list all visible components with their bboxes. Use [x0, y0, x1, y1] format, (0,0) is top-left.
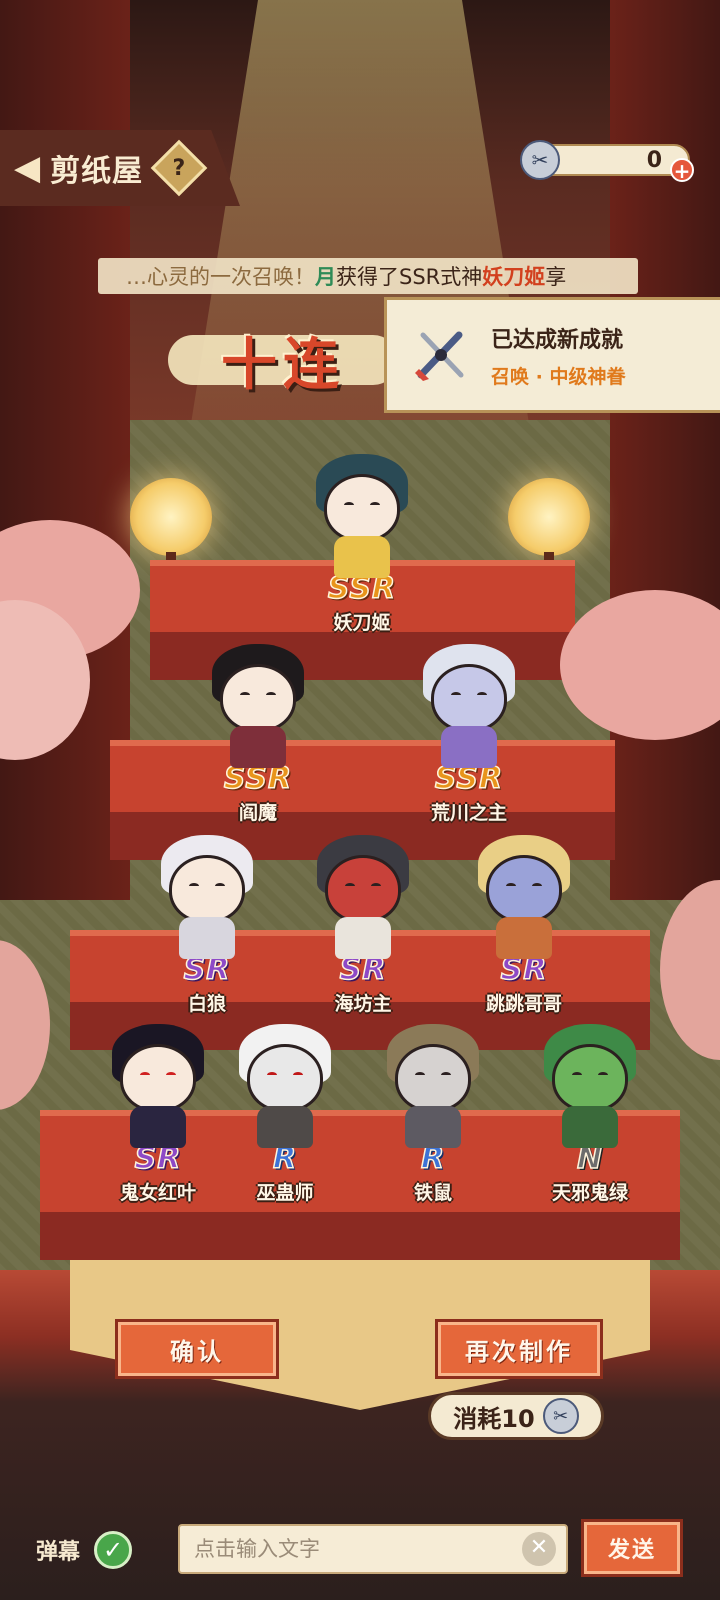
back-arrow-icon: ◀	[14, 148, 41, 188]
clear-input-button[interactable]: ✕	[522, 1532, 556, 1566]
result-card[interactable]: SSR 阎魔	[193, 615, 323, 825]
shikigami-name: 巫蛊师	[256, 1182, 314, 1204]
shikigami-portrait	[155, 829, 259, 961]
ticket-counter: 0 ✂ +	[520, 140, 694, 182]
cost-label: 消耗10	[453, 1404, 535, 1433]
result-card[interactable]: SSR 荒川之主	[404, 615, 534, 825]
shikigami-name: 妖刀姬	[333, 612, 391, 634]
shikigami-name: 鬼女红叶	[119, 1182, 196, 1204]
marquee-tail: 享	[545, 265, 567, 289]
result-card[interactable]: N 天邪鬼绿	[525, 995, 655, 1205]
danmu-label: 弹幕	[36, 1540, 81, 1565]
result-card[interactable]: SR 鬼女红叶	[93, 995, 223, 1205]
shikigami-portrait	[538, 1018, 642, 1150]
shikigami-portrait	[417, 638, 521, 770]
marquee-middle: 获得了SSR式神	[336, 265, 483, 289]
send-button[interactable]: 发送	[581, 1519, 683, 1577]
danmu-input[interactable]	[178, 1524, 568, 1574]
danmu-chat-bar: 弹幕 ✓ ✕ 发送	[0, 1500, 720, 1600]
achievement-title: 已达成新成就	[491, 327, 624, 353]
ten-pull-label: 十连	[221, 332, 345, 398]
back-button[interactable]: ◀ 剪纸屋 ?	[0, 130, 240, 206]
confirm-button[interactable]: 确认	[115, 1319, 279, 1379]
left-lantern	[130, 478, 212, 556]
ticket-amount: 0	[540, 144, 690, 176]
right-lantern	[508, 478, 590, 556]
danmu-toggle-checkbox[interactable]: ✓	[94, 1531, 133, 1569]
page-title: 剪纸屋	[50, 154, 144, 189]
shikigami-name: 天邪鬼绿	[551, 1182, 628, 1204]
broadcast-marquee: …心灵的一次召唤！ 月 获得了SSR式神 妖刀姬 享	[98, 258, 638, 294]
help-button[interactable]: ?	[150, 139, 208, 197]
question-icon: ?	[172, 155, 186, 181]
summon-again-button[interactable]: 再次制作	[435, 1319, 603, 1379]
ten-pull-title: 十连	[168, 315, 398, 405]
marquee-lead: …心灵的一次召唤！	[126, 265, 315, 289]
add-ticket-button[interactable]: +	[670, 158, 694, 182]
shikigami-portrait	[311, 829, 415, 961]
paper-doll-ticket-icon: ✂	[520, 140, 560, 180]
background-scene	[0, 0, 720, 1600]
marquee-shikigami: 妖刀姬	[482, 265, 546, 289]
shikigami-portrait	[472, 829, 576, 961]
right-pillar	[610, 0, 720, 900]
result-card[interactable]: SSR 妖刀姬	[297, 425, 427, 635]
crossed-swords-icon	[411, 325, 471, 385]
cost-indicator: 消耗10 ✂	[428, 1392, 604, 1440]
achievement-name: 召唤 · 中级神眷	[491, 365, 626, 388]
marquee-player: 月	[315, 265, 336, 289]
result-card[interactable]: R 铁鼠	[368, 995, 498, 1205]
shikigami-portrait	[233, 1018, 337, 1150]
shikigami-name: 铁鼠	[413, 1182, 452, 1204]
result-card[interactable]: R 巫蛊师	[220, 995, 350, 1205]
result-card[interactable]: SR 跳跳哥哥	[459, 806, 589, 1016]
achievement-popup[interactable]: 已达成新成就 召唤 · 中级神眷	[384, 297, 720, 413]
check-icon: ✓	[102, 1536, 124, 1564]
result-card[interactable]: SR 白狼	[142, 806, 272, 1016]
shikigami-portrait	[206, 638, 310, 770]
paper-doll-ticket-icon: ✂	[542, 1398, 579, 1434]
shikigami-portrait	[381, 1018, 485, 1150]
result-card[interactable]: SR 海坊主	[298, 806, 428, 1016]
shikigami-portrait	[310, 448, 414, 580]
shikigami-portrait	[106, 1018, 210, 1150]
